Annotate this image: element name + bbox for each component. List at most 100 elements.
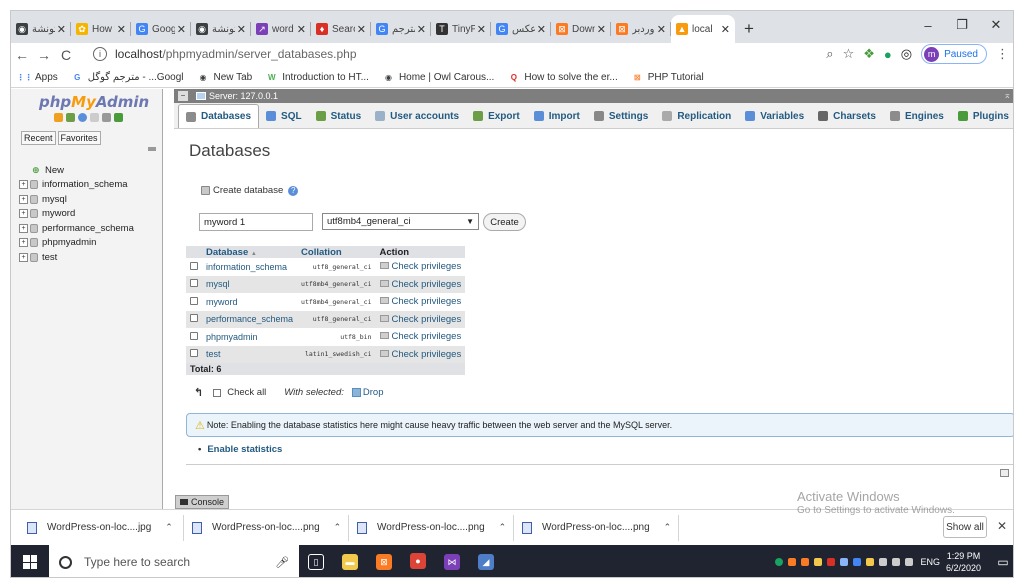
- close-button[interactable]: ✕: [979, 11, 1013, 39]
- browser-tab[interactable]: ♦ Searc✕: [311, 15, 371, 43]
- extension-icon[interactable]: ❖: [863, 46, 875, 62]
- taskbar-search[interactable]: Type here to search 🎤︎: [49, 545, 299, 577]
- tree-item-test[interactable]: + test: [19, 250, 134, 265]
- check-all-checkbox[interactable]: [213, 388, 222, 397]
- tree-item-performance_schema[interactable]: + performance_schema: [19, 221, 134, 236]
- browser-tab[interactable]: G مترجم✕: [371, 15, 431, 43]
- expand-icon[interactable]: +: [19, 252, 28, 262]
- check-privileges-link[interactable]: Check privileges: [392, 261, 462, 272]
- tray-icon-yellow[interactable]: [814, 558, 823, 566]
- tab-close-icon[interactable]: ✕: [721, 23, 730, 36]
- column-database[interactable]: Database ▲: [202, 246, 298, 258]
- settings-icon[interactable]: [102, 113, 111, 122]
- enable-statistics-link[interactable]: Enable statistics: [207, 444, 282, 455]
- new-tab-button[interactable]: +: [735, 15, 763, 43]
- check-privileges-link[interactable]: Check privileges: [392, 331, 462, 342]
- menu-icon[interactable]: ⋮: [996, 46, 1009, 62]
- tab-close-icon[interactable]: ✕: [657, 23, 666, 36]
- tree-item-myword[interactable]: + myword: [19, 207, 134, 222]
- taskbar-app-xampp[interactable]: ⊠: [367, 545, 401, 577]
- database-link[interactable]: myword: [202, 293, 298, 311]
- restore-button[interactable]: ❐: [945, 11, 979, 39]
- browser-tab[interactable]: G Goog ✕: [131, 15, 191, 43]
- check-all-label[interactable]: Check all: [227, 387, 266, 398]
- tab-close-icon[interactable]: ✕: [357, 23, 366, 36]
- server-link[interactable]: Server: 127.0.0.1: [196, 91, 278, 101]
- menu-tab-replication[interactable]: Replication: [655, 104, 738, 128]
- menu-tab-status[interactable]: Status: [309, 104, 369, 128]
- help-icon[interactable]: [78, 113, 87, 122]
- chevron-up-icon[interactable]: ⌃: [165, 522, 173, 533]
- collapse-icon[interactable]: −: [178, 91, 188, 101]
- download-item[interactable]: WordPress-on-loc....png ⌃: [184, 514, 349, 541]
- logout-icon[interactable]: [66, 113, 75, 122]
- tab-close-icon[interactable]: ✕: [417, 23, 426, 36]
- taskbar-app-visual-studio[interactable]: ⋈: [435, 545, 469, 577]
- tree-item-information_schema[interactable]: + information_schema: [19, 178, 134, 193]
- check-privileges-link[interactable]: Check privileges: [392, 296, 462, 307]
- tray-icon-green[interactable]: [775, 558, 784, 566]
- database-name-input[interactable]: myword 1: [199, 213, 313, 231]
- row-checkbox[interactable]: [190, 349, 198, 358]
- start-button[interactable]: [11, 545, 49, 577]
- collation-select[interactable]: utf8mb4_general_ci ▼: [322, 213, 479, 230]
- row-checkbox[interactable]: [190, 331, 198, 340]
- microphone-icon[interactable]: 🎤︎: [275, 556, 289, 569]
- tray-icon-red[interactable]: [827, 558, 836, 566]
- bookmark-item[interactable]: Q How to solve the er...: [508, 72, 618, 83]
- database-header-link[interactable]: Database: [206, 247, 248, 258]
- tab-close-icon[interactable]: ✕: [117, 23, 126, 36]
- pma-logo[interactable]: phpMyAdmin: [39, 93, 149, 111]
- tray-icon-wifi[interactable]: [840, 558, 849, 566]
- database-link[interactable]: test: [202, 345, 298, 363]
- menu-tab-variables[interactable]: Variables: [738, 104, 811, 128]
- console-toggle[interactable]: Console: [175, 495, 230, 509]
- pen-icon[interactable]: [905, 558, 914, 566]
- bookmark-item[interactable]: ◉ New Tab: [197, 72, 252, 83]
- row-checkbox[interactable]: [190, 314, 198, 323]
- database-link[interactable]: mysql: [202, 275, 298, 293]
- tab-close-icon[interactable]: ✕: [537, 23, 546, 36]
- info-icon[interactable]: i: [93, 47, 107, 61]
- taskbar-app-app-blue[interactable]: ◢: [469, 545, 503, 577]
- tray-icon-orange[interactable]: [788, 558, 797, 566]
- reload-nav-icon[interactable]: [114, 113, 123, 122]
- docs-icon[interactable]: [90, 113, 99, 122]
- address-bar[interactable]: i localhost/phpmyadmin/server_databases.…: [93, 43, 853, 65]
- browser-tab[interactable]: ✿ How t✕: [71, 15, 131, 43]
- browser-tab[interactable]: ◉ تونشة ✕: [191, 15, 251, 43]
- row-checkbox[interactable]: [190, 279, 198, 288]
- volume-icon[interactable]: [892, 558, 901, 566]
- browser-tab[interactable]: ↗ word ✕: [251, 15, 311, 43]
- help-icon[interactable]: ?: [288, 185, 299, 196]
- bookmark-item[interactable]: W Introduction to HT...: [266, 72, 369, 83]
- tree-item-phpmyadmin[interactable]: + phpmyadmin: [19, 236, 134, 251]
- menu-tab-sql[interactable]: SQL: [259, 104, 309, 128]
- page-settings-icon[interactable]: [1000, 469, 1009, 477]
- tab-close-icon[interactable]: ✕: [237, 23, 246, 36]
- database-link[interactable]: information_schema: [202, 258, 298, 276]
- menu-tab-engines[interactable]: Engines: [883, 104, 951, 128]
- extension-circle-icon[interactable]: ◎: [901, 46, 912, 62]
- back-button[interactable]: ←: [11, 47, 33, 63]
- extension-green-icon[interactable]: ●: [884, 47, 892, 62]
- database-link[interactable]: performance_schema: [202, 310, 298, 328]
- tree-item-mysql[interactable]: + mysql: [19, 192, 134, 207]
- menu-tab-import[interactable]: Import: [527, 104, 587, 128]
- browser-tab[interactable]: ◉ تونشة ✕: [11, 15, 71, 43]
- tray-icon-xampp[interactable]: [801, 558, 810, 566]
- close-downloads-icon[interactable]: ✕: [997, 519, 1007, 533]
- create-button[interactable]: Create: [483, 213, 526, 231]
- taskbar-app-task-view[interactable]: ▯: [299, 545, 333, 577]
- browser-tab[interactable]: T TinyP ✕: [431, 15, 491, 43]
- menu-tab-settings[interactable]: Settings: [587, 104, 655, 128]
- row-checkbox[interactable]: [190, 296, 198, 305]
- taskbar-app-chrome[interactable]: ●: [401, 545, 435, 577]
- show-all-button[interactable]: Show all: [943, 516, 987, 538]
- menu-tab-charsets[interactable]: Charsets: [811, 104, 883, 128]
- tab-close-icon[interactable]: ✕: [597, 23, 606, 36]
- check-privileges-link[interactable]: Check privileges: [392, 349, 462, 360]
- chevron-up-icon[interactable]: ⌃: [499, 522, 507, 533]
- expand-icon[interactable]: +: [19, 194, 28, 204]
- notification-icon[interactable]: ▭: [991, 555, 1013, 569]
